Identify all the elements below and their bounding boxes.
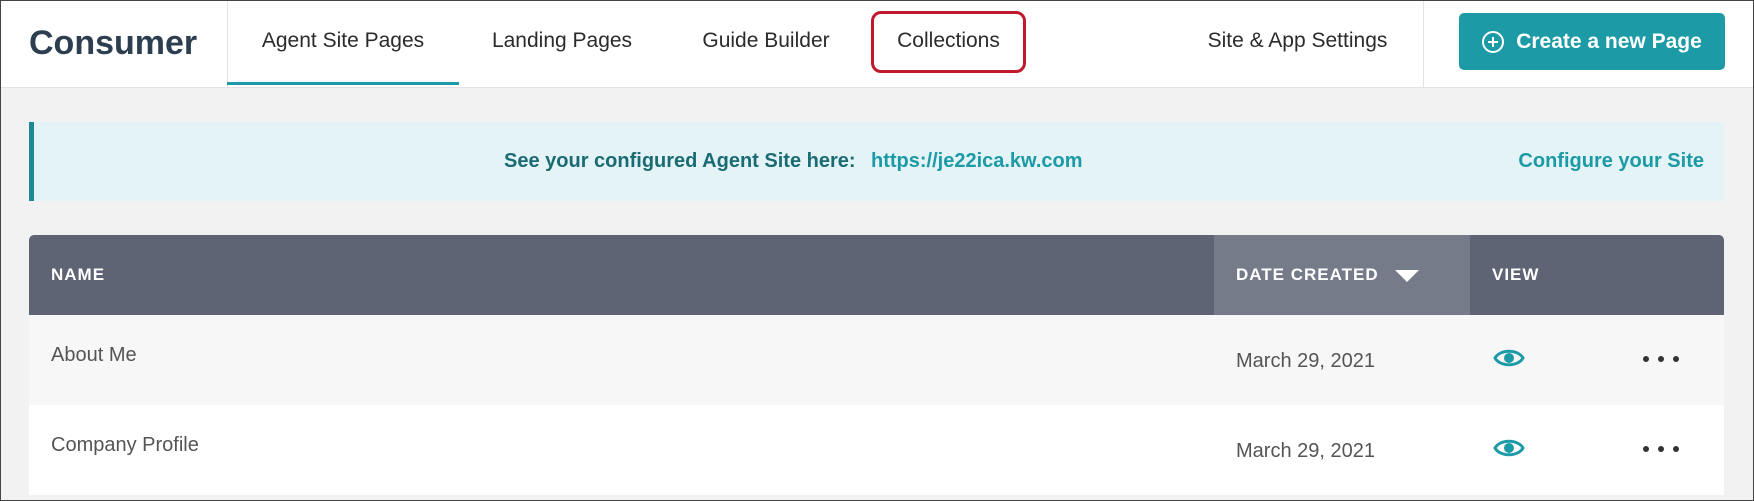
tab-agent-site-pages[interactable]: Agent Site Pages: [227, 0, 459, 85]
more-horizontal-icon[interactable]: [1643, 347, 1679, 371]
tab-site-app-settings[interactable]: Site & App Settings: [1190, 0, 1405, 86]
tab-guide-builder[interactable]: Guide Builder: [680, 0, 852, 86]
column-header-view: VIEW: [1492, 265, 1540, 284]
page-date: March 29, 2021: [1236, 440, 1375, 462]
more-horizontal-icon[interactable]: [1643, 437, 1679, 461]
plus-circle-icon: [1482, 30, 1505, 53]
column-header-date-label: DATE CREATED: [1236, 265, 1379, 284]
create-new-page-button[interactable]: Create a new Page: [1459, 13, 1725, 70]
table-row: Company Profile March 29, 2021: [29, 405, 1724, 495]
create-new-page-label: Create a new Page: [1516, 29, 1702, 53]
page-name[interactable]: Company Profile: [51, 405, 199, 485]
agent-site-banner: See your configured Agent Site here: htt…: [29, 122, 1724, 201]
banner-text: See your configured Agent Site here:: [504, 150, 856, 172]
pages-table: NAME DATE CREATED VIEW About Me March 29…: [29, 235, 1724, 501]
sort-down-icon: [1394, 269, 1419, 282]
top-navigation: Consumer Agent Site Pages Landing Pages …: [0, 0, 1754, 88]
configure-site-link[interactable]: Configure your Site: [1518, 122, 1704, 201]
divider: [1423, 0, 1424, 88]
page-name[interactable]: About Me: [51, 315, 137, 395]
column-header-date-created[interactable]: DATE CREATED: [1236, 235, 1419, 315]
tab-collections[interactable]: Collections: [876, 0, 1021, 86]
tab-landing-pages[interactable]: Landing Pages: [467, 0, 657, 86]
column-header-name[interactable]: NAME: [51, 235, 105, 315]
page-date: March 29, 2021: [1236, 350, 1375, 372]
table-row: About Me March 29, 2021: [29, 315, 1724, 405]
table-header: NAME DATE CREATED VIEW: [29, 235, 1724, 315]
agent-site-link[interactable]: https://je22ica.kw.com: [871, 122, 1083, 201]
eye-icon[interactable]: [1493, 345, 1525, 371]
eye-icon[interactable]: [1493, 435, 1525, 461]
brand-title: Consumer: [29, 24, 198, 62]
